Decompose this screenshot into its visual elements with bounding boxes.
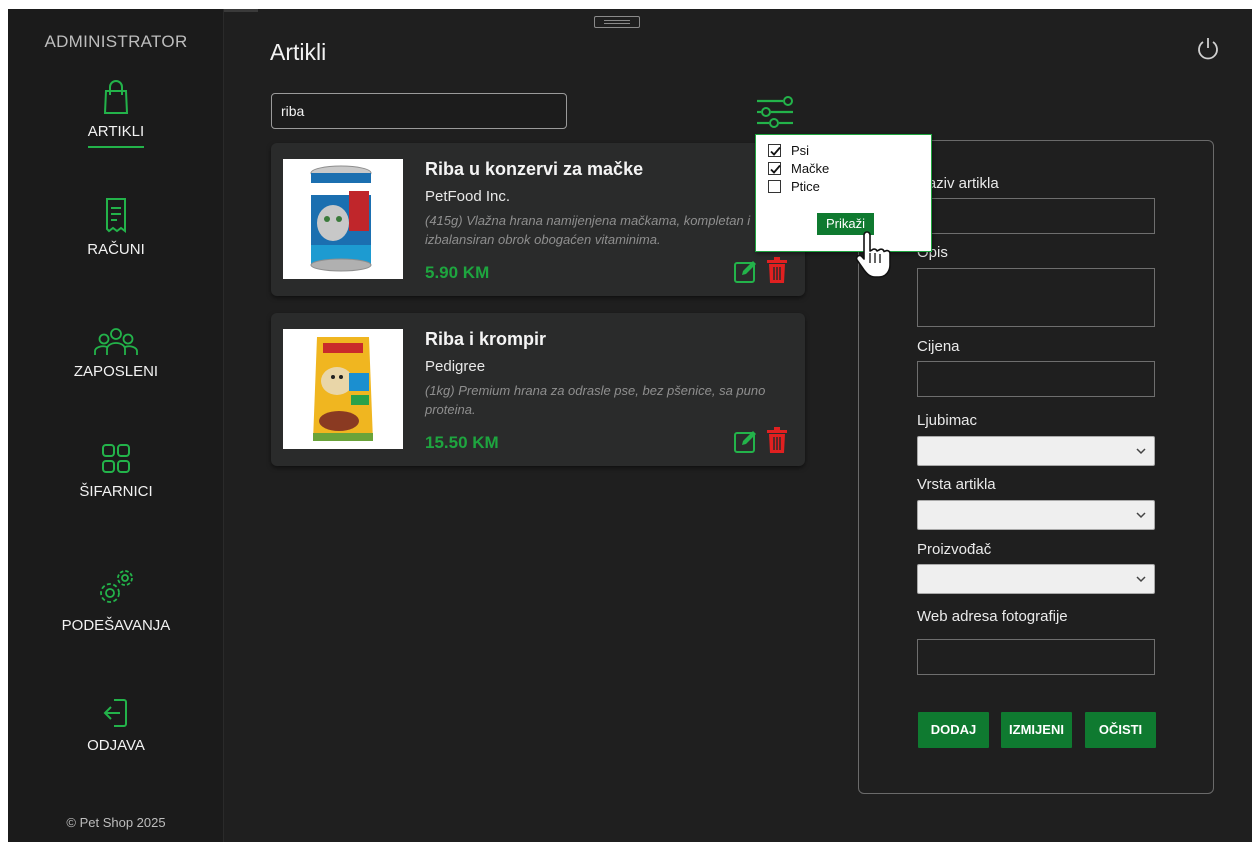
search-input[interactable]: [271, 93, 567, 129]
vrsta-label: Vrsta artikla: [917, 476, 996, 493]
trash-icon: [767, 427, 787, 453]
trash-icon: [767, 257, 787, 283]
product-card[interactable]: Riba i krompir Pedigree (1kg) Premium hr…: [271, 313, 805, 466]
product-price: 15.50 KM: [425, 433, 499, 452]
ljubimac-select[interactable]: [917, 436, 1155, 466]
edit-icon: [734, 431, 756, 453]
logout-icon: [103, 699, 127, 727]
web-input[interactable]: [917, 639, 1155, 675]
checkmark-icon: [770, 164, 781, 174]
dog-food-bag-image: [283, 329, 403, 449]
naziv-input[interactable]: [917, 198, 1155, 234]
product-card[interactable]: Riba u konzervi za mačke PetFood Inc. (4…: [271, 143, 805, 296]
receipt-icon: [106, 198, 126, 233]
sidebar-item-odjava[interactable]: ODJAVA: [8, 695, 224, 754]
opis-textarea[interactable]: [917, 268, 1155, 327]
proizvodac-select[interactable]: [917, 564, 1155, 594]
chevron-down-icon: [1136, 576, 1146, 583]
checkbox[interactable]: [768, 162, 781, 175]
power-button[interactable]: [1196, 36, 1220, 67]
chevron-down-icon: [1136, 448, 1146, 455]
product-brand: Pedigree: [425, 358, 486, 375]
sidebar: ADMINISTRATOR ARTIKLI RAČUNI ZAPOSLENI Š…: [8, 9, 224, 842]
delete-product-button[interactable]: [765, 256, 789, 289]
sidebar-item-artikli[interactable]: ARTIKLI: [8, 79, 224, 148]
edit-icon: [734, 261, 756, 283]
checkbox[interactable]: [768, 144, 781, 157]
chevron-down-icon: [1136, 512, 1146, 519]
filter-sliders-icon: [757, 96, 793, 128]
sidebar-item-label: RAČUNI: [87, 241, 145, 258]
product-image: [283, 159, 403, 279]
option-label: Ptice: [791, 179, 820, 194]
option-label: Psi: [791, 143, 810, 158]
filter-button[interactable]: [755, 95, 797, 136]
product-name: Riba i krompir: [425, 329, 547, 349]
shopping-bag-icon: [103, 80, 129, 114]
add-button[interactable]: DODAJ: [918, 712, 989, 748]
product-description: (415g) Vlažna hrana namijenjena mačkama,…: [425, 213, 751, 247]
grid-icon: [102, 444, 130, 473]
clear-button[interactable]: OČISTI: [1085, 712, 1156, 748]
hand-cursor-icon: [852, 231, 892, 286]
cijena-label: Cijena: [917, 338, 960, 355]
sidebar-item-label: PODEŠAVANJA: [61, 617, 171, 634]
sidebar-item-zaposleni[interactable]: ZAPOSLENI: [8, 327, 224, 380]
vrsta-select[interactable]: [917, 500, 1155, 530]
edit-button[interactable]: IZMIJENI: [1001, 712, 1072, 748]
delete-product-button[interactable]: [765, 426, 789, 459]
option-label: Mačke: [791, 161, 830, 176]
ljubimac-label: Ljubimac: [917, 412, 978, 429]
cijena-input[interactable]: [917, 361, 1155, 397]
sidebar-brand: ADMINISTRATOR: [44, 32, 188, 51]
sidebar-item-label: ŠIFARNICI: [79, 483, 153, 500]
edit-product-button[interactable]: [733, 428, 759, 459]
sidebar-item-sifarnici[interactable]: ŠIFARNICI: [8, 441, 224, 500]
sidebar-item-label: ARTIKLI: [87, 123, 145, 148]
app-window: ADMINISTRATOR ARTIKLI RAČUNI ZAPOSLENI Š…: [8, 9, 1252, 842]
cat-food-can-image: [283, 159, 403, 279]
edit-product-button[interactable]: [733, 258, 759, 289]
sidebar-item-label: ODJAVA: [87, 737, 145, 754]
drag-handle[interactable]: [594, 16, 640, 28]
power-icon: [1198, 38, 1218, 60]
product-price: 5.90 KM: [425, 263, 490, 282]
sidebar-item-racuni[interactable]: RAČUNI: [8, 195, 224, 258]
users-icon: [94, 328, 138, 355]
web-label: Web adresa fotografije: [917, 608, 1068, 625]
gears-icon: [100, 570, 133, 603]
sidebar-item-podesavanja[interactable]: PODEŠAVANJA: [8, 565, 224, 634]
product-description: (1kg) Premium hrana za odrasle pse, bez …: [425, 383, 766, 417]
filter-popup: Psi Mačke Ptice Prikaži: [755, 134, 932, 252]
product-image: [283, 329, 403, 449]
checkbox[interactable]: [768, 180, 781, 193]
copyright: © Pet Shop 2025: [66, 815, 166, 830]
sidebar-item-label: ZAPOSLENI: [73, 363, 159, 380]
page-title: Artikli: [270, 39, 327, 65]
product-name: Riba u konzervi za mačke: [425, 159, 644, 179]
checkmark-icon: [770, 146, 781, 156]
product-brand: PetFood Inc.: [425, 188, 511, 205]
proizvodac-label: Proizvođač: [917, 541, 992, 558]
